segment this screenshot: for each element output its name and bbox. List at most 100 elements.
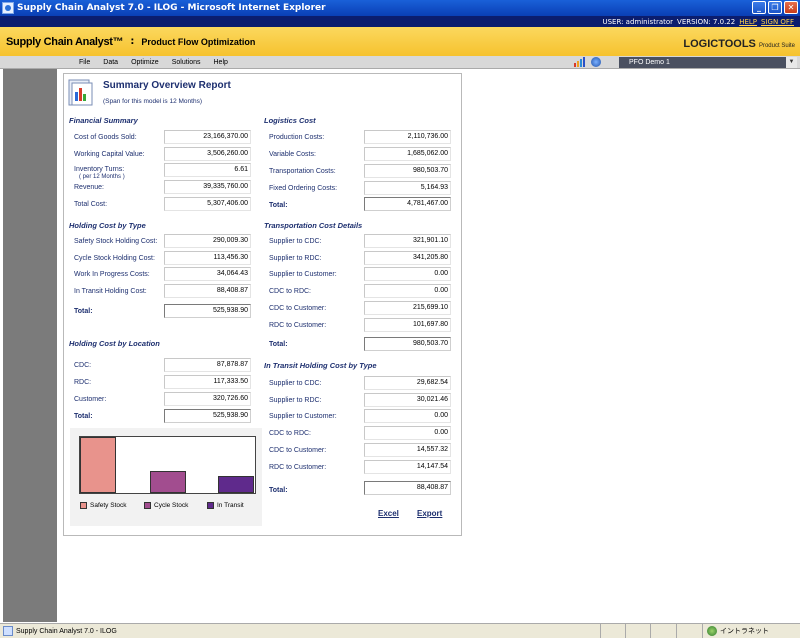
in-transit-holding-label: In Transit Holding Cost:: [74, 288, 147, 295]
rdc-value: 117,333.50: [164, 375, 251, 389]
transport-row-label: CDC to RDC:: [269, 288, 312, 295]
cogs-value: 23,166,370.00: [164, 130, 251, 144]
transport-row-label: RDC to Customer:: [269, 322, 327, 329]
status-divider: [676, 624, 677, 638]
excel-link[interactable]: Excel: [378, 509, 399, 518]
menu-solutions[interactable]: Solutions: [172, 59, 201, 66]
holding-type-total-value: 525,938.90: [164, 304, 251, 318]
in-transit-row-label: Supplier to CDC:: [269, 380, 322, 387]
version-label: VERSION: 7.0.22: [677, 17, 736, 26]
cogs-label: Cost of Goods Sold:: [74, 134, 137, 141]
chart-bar-in-transit: [218, 476, 254, 493]
scenario-value: PFO Demo 1: [629, 59, 670, 66]
transport-row-label: Supplier to Customer:: [269, 271, 337, 278]
working-capital-value: 3,506,260.00: [164, 147, 251, 161]
customer-value: 320,726.60: [164, 392, 251, 406]
legend-label: Safety Stock: [90, 502, 127, 509]
status-divider: [650, 624, 651, 638]
ie-icon: [2, 2, 14, 14]
in-transit-total-label: Total:: [269, 487, 288, 494]
intranet-icon: [707, 626, 717, 636]
in-transit-row-label: CDC to RDC:: [269, 430, 312, 437]
safety-stock-label: Safety Stock Holding Cost:: [74, 238, 158, 245]
maximize-button[interactable]: ❐: [768, 1, 782, 14]
scenario-select[interactable]: PFO Demo 1 ▼: [619, 57, 797, 68]
user-bar: USER: administrator VERSION: 7.0.22 HELP…: [0, 16, 800, 27]
menu-help[interactable]: Help: [214, 59, 228, 66]
window-title-bar: Supply Chain Analyst 7.0 - ILOG - Micros…: [0, 0, 800, 16]
cycle-stock-label: Cycle Stock Holding Cost:: [74, 255, 155, 262]
revenue-value: 39,335,760.00: [164, 180, 251, 194]
menu-optimize[interactable]: Optimize: [131, 59, 159, 66]
cdc-value: 87,878.87: [164, 358, 251, 372]
legend-swatch: [144, 502, 151, 509]
safety-stock-value: 290,009.30: [164, 234, 251, 248]
sign-off-link[interactable]: SIGN OFF: [761, 18, 794, 26]
menu-bar: File Data Optimize Solutions Help PFO De…: [0, 56, 800, 69]
transport-row-label: Supplier to CDC:: [269, 238, 322, 245]
holding-cost-chart: [79, 436, 256, 494]
in-transit-row-label: Supplier to Customer:: [269, 413, 337, 420]
menu-data[interactable]: Data: [103, 59, 118, 66]
variable-costs-value: 1,685,062.00: [364, 147, 451, 161]
working-capital-label: Working Capital Value:: [74, 151, 145, 158]
app-banner: Supply Chain Analyst™ : Product Flow Opt…: [0, 27, 800, 56]
holding-type-heading: Holding Cost by Type: [69, 221, 146, 230]
logistics-cost-heading: Logistics Cost: [264, 116, 316, 125]
in-transit-row-value: 0.00: [364, 426, 451, 440]
transport-total-label: Total:: [269, 341, 288, 348]
transport-row-label: CDC to Customer:: [269, 305, 327, 312]
fixed-ordering-label: Fixed Ordering Costs:: [269, 185, 338, 192]
left-sidebar: [3, 69, 57, 622]
in-transit-row-value: 14,147.54: [364, 460, 451, 474]
refresh-icon[interactable]: [591, 57, 601, 67]
production-costs-label: Production Costs:: [269, 134, 325, 141]
in-transit-holding-value: 88,408.87: [164, 284, 251, 298]
minimize-button[interactable]: _: [752, 1, 766, 14]
chevron-down-icon[interactable]: ▼: [786, 57, 797, 68]
help-link[interactable]: HELP: [739, 18, 757, 26]
report-title: Summary Overview Report: [103, 80, 231, 91]
wip-label: Work In Progress Costs:: [74, 271, 150, 278]
logictools-logo: LOGICTOOLS Product Suite: [683, 38, 795, 50]
report-icon: [68, 79, 93, 106]
security-zone: イントラネット: [702, 624, 769, 638]
close-button[interactable]: ✕: [784, 1, 798, 14]
export-link[interactable]: Export: [417, 509, 442, 518]
logo-suffix: Product Suite: [758, 43, 795, 49]
product-name: Product Flow Optimization: [141, 36, 256, 47]
chart-bar-cycle-stock: [150, 471, 186, 493]
legend-safety-stock: Safety Stock: [80, 502, 127, 509]
legend-in-transit: In Transit: [207, 502, 244, 509]
transport-row-value: 0.00: [364, 267, 451, 281]
transport-heading: Transportation Cost Details: [264, 221, 363, 230]
in-transit-row-label: RDC to Customer:: [269, 464, 327, 471]
status-divider: [600, 624, 601, 638]
transport-row-value: 215,699.10: [364, 301, 451, 315]
window-title: Supply Chain Analyst 7.0 - ILOG - Micros…: [17, 3, 326, 13]
transport-row-value: 321,901.10: [364, 234, 451, 248]
in-transit-row-label: CDC to Customer:: [269, 447, 327, 454]
variable-costs-label: Variable Costs:: [269, 151, 316, 158]
location-total-label: Total:: [74, 413, 93, 420]
zone-label: イントラネット: [720, 628, 769, 635]
bar-chart-icon[interactable]: [574, 57, 586, 67]
logistics-total-value: 4,781,467.00: [364, 197, 451, 211]
inventory-turns-sub: ( per 12 Months ): [79, 174, 125, 180]
legend-label: In Transit: [217, 502, 244, 509]
page-icon: [3, 626, 13, 636]
transport-row-value: 0.00: [364, 284, 451, 298]
in-transit-row-label: Supplier to RDC:: [269, 397, 322, 404]
in-transit-row-value: 29,682.54: [364, 376, 451, 390]
in-transit-total-value: 88,408.87: [364, 481, 451, 495]
inventory-turns-label: Inventory Turns:: [74, 166, 125, 173]
fixed-ordering-value: 5,164.93: [364, 181, 451, 195]
location-total-value: 525,938.90: [164, 409, 251, 423]
menu-file[interactable]: File: [79, 59, 90, 66]
chart-bar-safety-stock: [80, 437, 116, 493]
legend-label: Cycle Stock: [154, 502, 189, 509]
total-cost-label: Total Cost:: [74, 201, 108, 208]
transport-row-value: 341,205.80: [364, 251, 451, 265]
legend-swatch: [207, 502, 214, 509]
total-cost-value: 5,307,406.00: [164, 197, 251, 211]
